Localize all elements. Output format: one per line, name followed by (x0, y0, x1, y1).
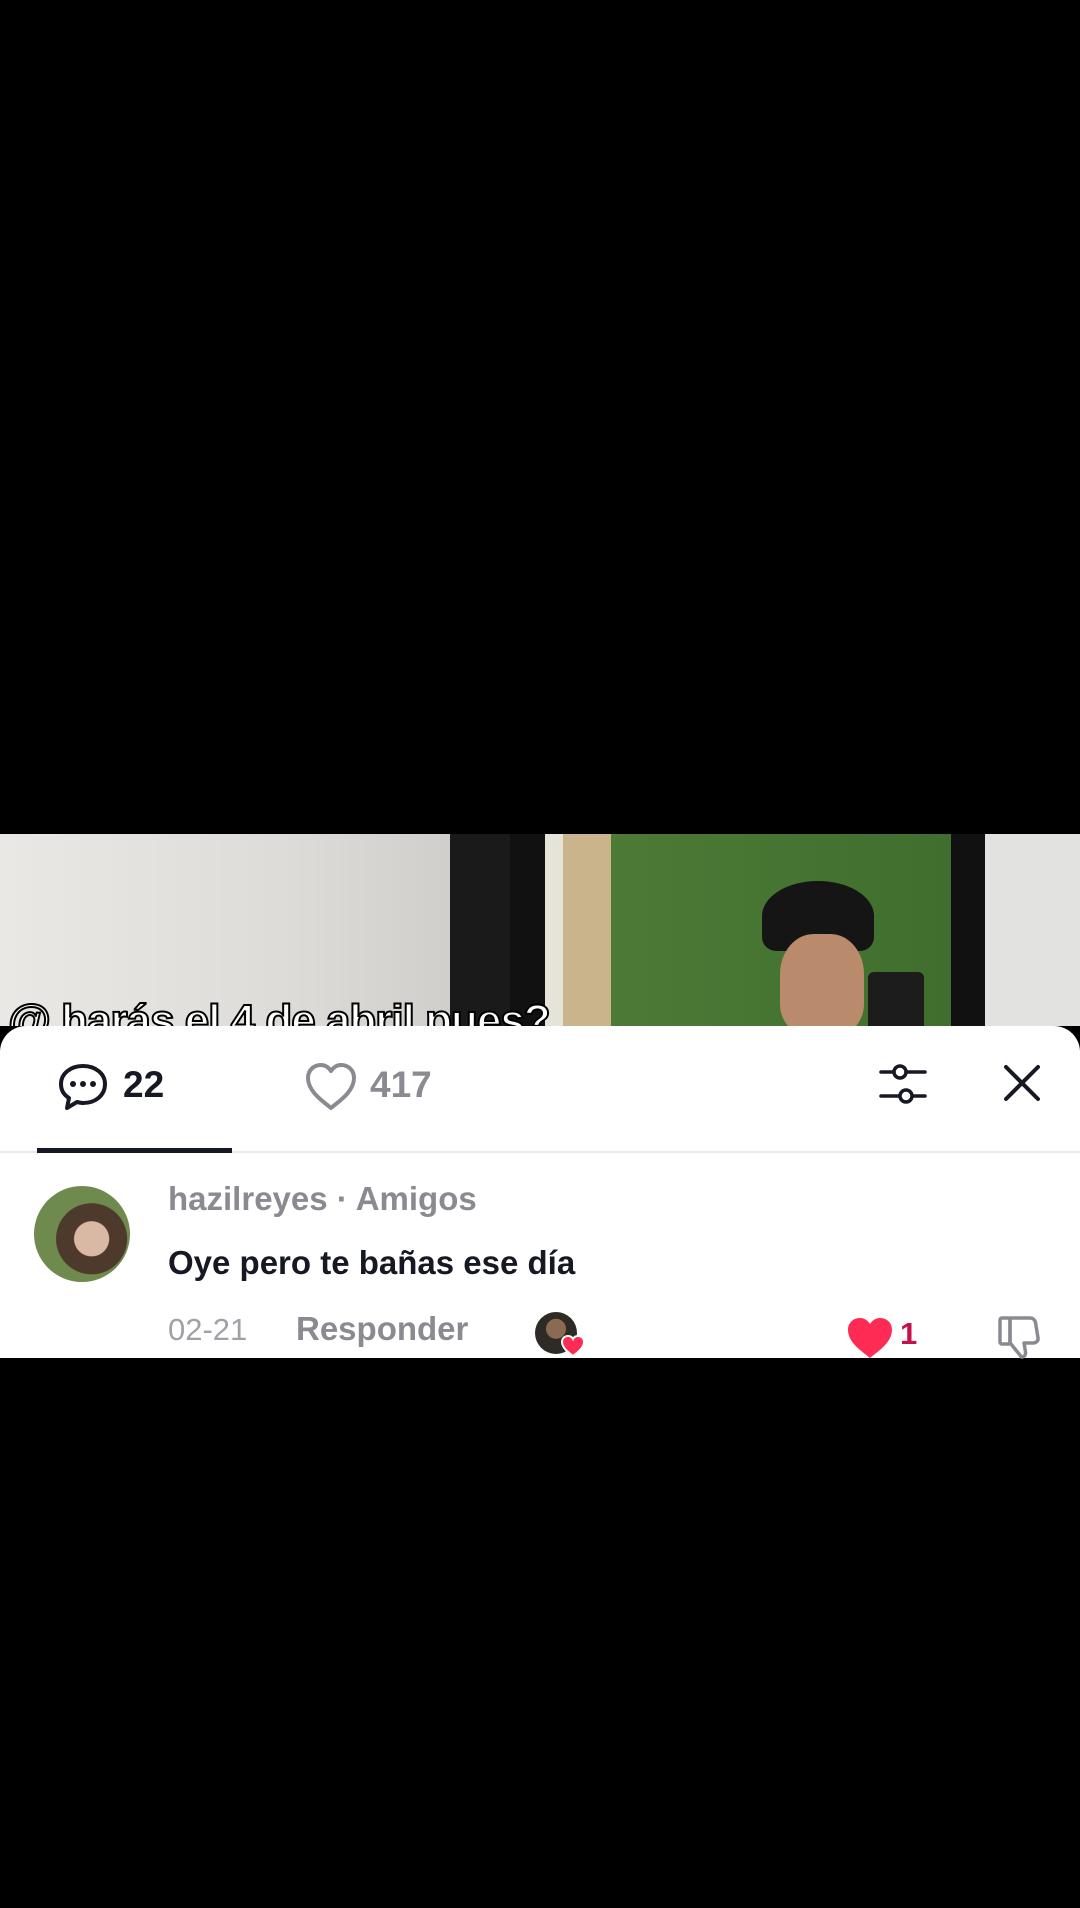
comments-count: 22 (123, 1064, 165, 1105)
comment-item: hazilreyes · Amigos Oye pero te bañas es… (0, 1166, 1080, 1359)
creator-liked-heart-icon (560, 1334, 586, 1358)
comment-like-count: 1 (900, 1316, 918, 1351)
video-scene (780, 934, 864, 1026)
tab-underline (37, 1148, 232, 1153)
video-scene (563, 834, 611, 1026)
close-icon[interactable] (1001, 1062, 1043, 1104)
comment-author[interactable]: hazilreyes · Amigos (168, 1180, 477, 1218)
comments-tabs: 22 417 (0, 1026, 1080, 1153)
username[interactable]: hazilreyes (168, 1180, 328, 1217)
heart-outline-icon (306, 1063, 356, 1110)
video-scene (868, 972, 924, 1026)
comment-text: Oye pero te bañas ese día (168, 1244, 576, 1281)
tab-likes[interactable]: 417 (302, 1026, 502, 1151)
comment-date: 02-21 (168, 1312, 248, 1347)
video-player[interactable]: @ harás el 4 de abril pues? (0, 834, 1080, 1026)
tab-comments[interactable]: 22 (37, 1026, 232, 1153)
video-scene (985, 834, 1080, 1026)
comments-sheet: 22 417 hazilreyes · Amigos Oye pero te b… (0, 1026, 1080, 1359)
avatar[interactable] (34, 1186, 130, 1282)
filter-icon[interactable] (877, 1058, 929, 1110)
reply-button[interactable]: Responder (296, 1310, 468, 1348)
heart-filled-icon[interactable] (846, 1316, 894, 1360)
relation-label: · Amigos (336, 1180, 477, 1217)
dislike-icon[interactable] (996, 1314, 1042, 1360)
likes-count: 417 (370, 1064, 432, 1105)
video-caption: @ harás el 4 de abril pues? (7, 995, 552, 1026)
comment-icon (59, 1064, 107, 1110)
